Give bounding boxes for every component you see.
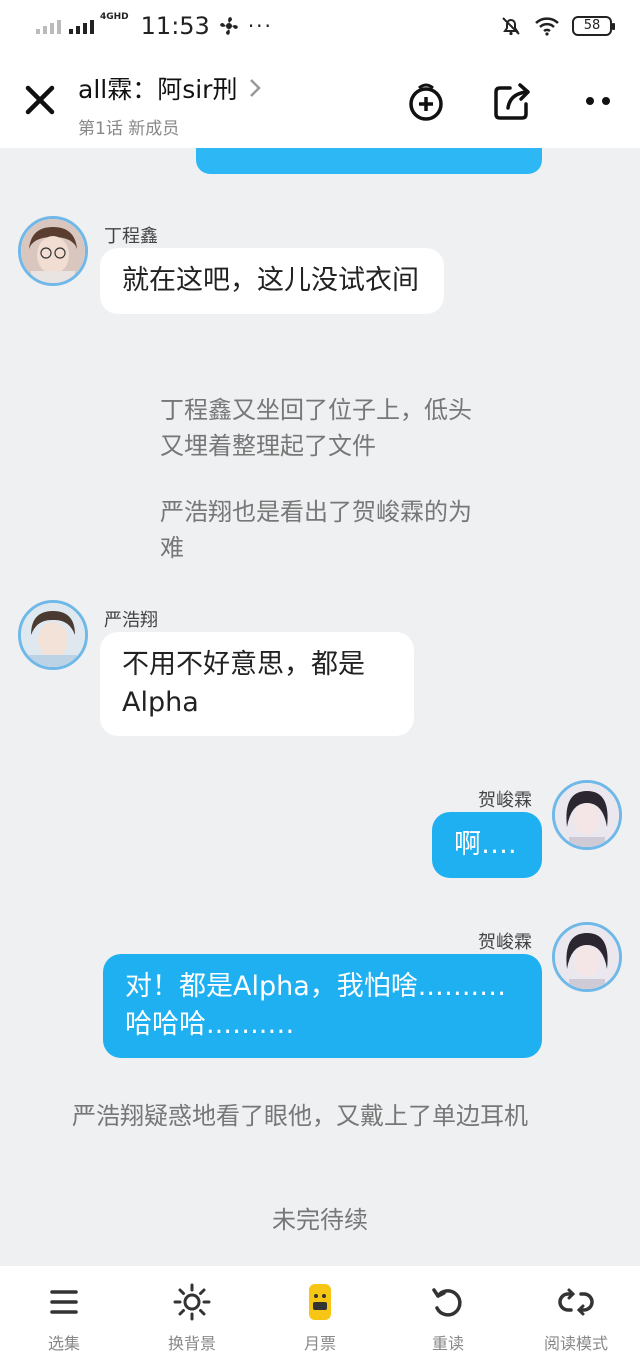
- signal-icon: [36, 18, 61, 34]
- close-icon[interactable]: [22, 82, 58, 118]
- tab-label[interactable]: 重读: [432, 1330, 464, 1354]
- bottom-toolbar: 选集 换背景 月票 重读 阅读模式: [0, 1266, 640, 1372]
- narration-text: 严浩翔疑惑地看了眼他，又戴上了单边耳机: [72, 1102, 528, 1130]
- status-time: 11:53: [140, 12, 210, 40]
- chevron-right-icon[interactable]: [247, 76, 263, 100]
- narration-text: 丁程鑫又坐回了位子上，低头又埋着整理起了文件: [160, 396, 472, 460]
- more-icon[interactable]: [578, 80, 620, 122]
- tab-monthly-ticket[interactable]: 月票: [256, 1266, 384, 1372]
- tab-episodes[interactable]: 选集: [0, 1266, 128, 1372]
- chapter-subtitle: 第1话 新成员: [78, 119, 180, 139]
- mute-bell-icon: [502, 17, 520, 36]
- avatar[interactable]: [552, 780, 622, 850]
- menu-icon[interactable]: [44, 1282, 84, 1322]
- message-bubble[interactable]: 就在这吧，这儿没试衣间: [100, 248, 444, 314]
- gift-bag-icon[interactable]: [405, 80, 447, 122]
- wifi-icon: [535, 17, 559, 36]
- tab-reading-mode[interactable]: 阅读模式: [512, 1266, 640, 1372]
- speaker-name: 贺峻霖: [478, 790, 532, 811]
- sun-icon[interactable]: [172, 1282, 212, 1322]
- fan-icon: [219, 17, 238, 35]
- loop-icon[interactable]: [556, 1282, 596, 1322]
- speaker-name: 丁程鑫: [104, 226, 158, 247]
- speaker-name: 严浩翔: [104, 610, 158, 631]
- to-be-continued-text: 未完待续: [272, 1206, 368, 1234]
- tab-reread[interactable]: 重读: [384, 1266, 512, 1372]
- narration-text: 严浩翔也是看出了贺峻霖的为难: [160, 498, 472, 562]
- chat-area[interactable]: 丁程鑫 就在这吧，这儿没试衣间 丁程鑫又坐回了位子上，低头又埋着整理起了文件 严…: [0, 148, 640, 1266]
- message-bubble[interactable]: 啊….: [432, 812, 542, 878]
- tab-label[interactable]: 月票: [304, 1330, 336, 1354]
- tab-background[interactable]: 换背景: [128, 1266, 256, 1372]
- status-more: ···: [247, 14, 273, 38]
- tab-label[interactable]: 换背景: [168, 1330, 216, 1354]
- avatar[interactable]: [552, 922, 622, 992]
- network-type: 4GHD: [100, 12, 129, 22]
- previous-message-bubble: [196, 148, 542, 174]
- tab-label[interactable]: 阅读模式: [544, 1330, 608, 1354]
- avatar[interactable]: [18, 216, 88, 286]
- status-bar: 4GHD 11:53 ··· 58: [0, 0, 640, 52]
- speaker-name: 贺峻霖: [478, 932, 532, 953]
- reader-header: all霖：阿sir刑 第1话 新成员: [0, 52, 640, 148]
- avatar[interactable]: [18, 600, 88, 670]
- story-title-block[interactable]: all霖：阿sir刑 第1话 新成员: [78, 70, 263, 139]
- signal-icon-4g: [69, 18, 94, 34]
- story-title[interactable]: all霖：阿sir刑: [78, 70, 237, 106]
- replay-icon[interactable]: [428, 1282, 468, 1322]
- tab-label[interactable]: 选集: [48, 1330, 80, 1354]
- share-icon[interactable]: [492, 80, 534, 122]
- message-bubble[interactable]: 不用不好意思，都是Alpha: [100, 632, 414, 736]
- ticket-icon[interactable]: [300, 1282, 340, 1322]
- message-bubble[interactable]: 对！都是Alpha，我怕啥..…..…哈哈哈..…..…: [103, 954, 542, 1058]
- battery-indicator: 58: [572, 16, 615, 36]
